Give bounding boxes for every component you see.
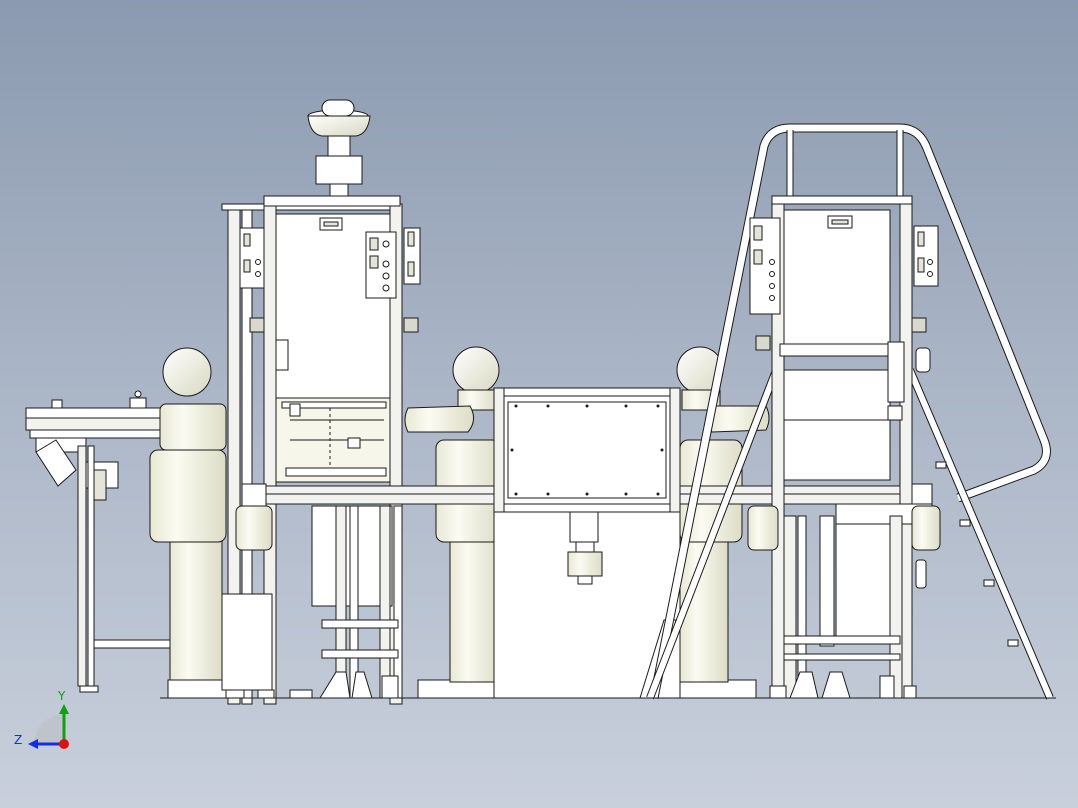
cad-viewport[interactable]: Y Z <box>0 0 1078 808</box>
x-axis-dot <box>59 739 69 749</box>
y-axis-label: Y <box>57 689 66 703</box>
axis-triad: Y Z <box>14 689 69 749</box>
triad-arc <box>34 714 64 744</box>
z-axis-label: Z <box>14 733 22 747</box>
z-axis-arrow <box>28 739 38 749</box>
y-axis-arrow <box>59 704 69 714</box>
